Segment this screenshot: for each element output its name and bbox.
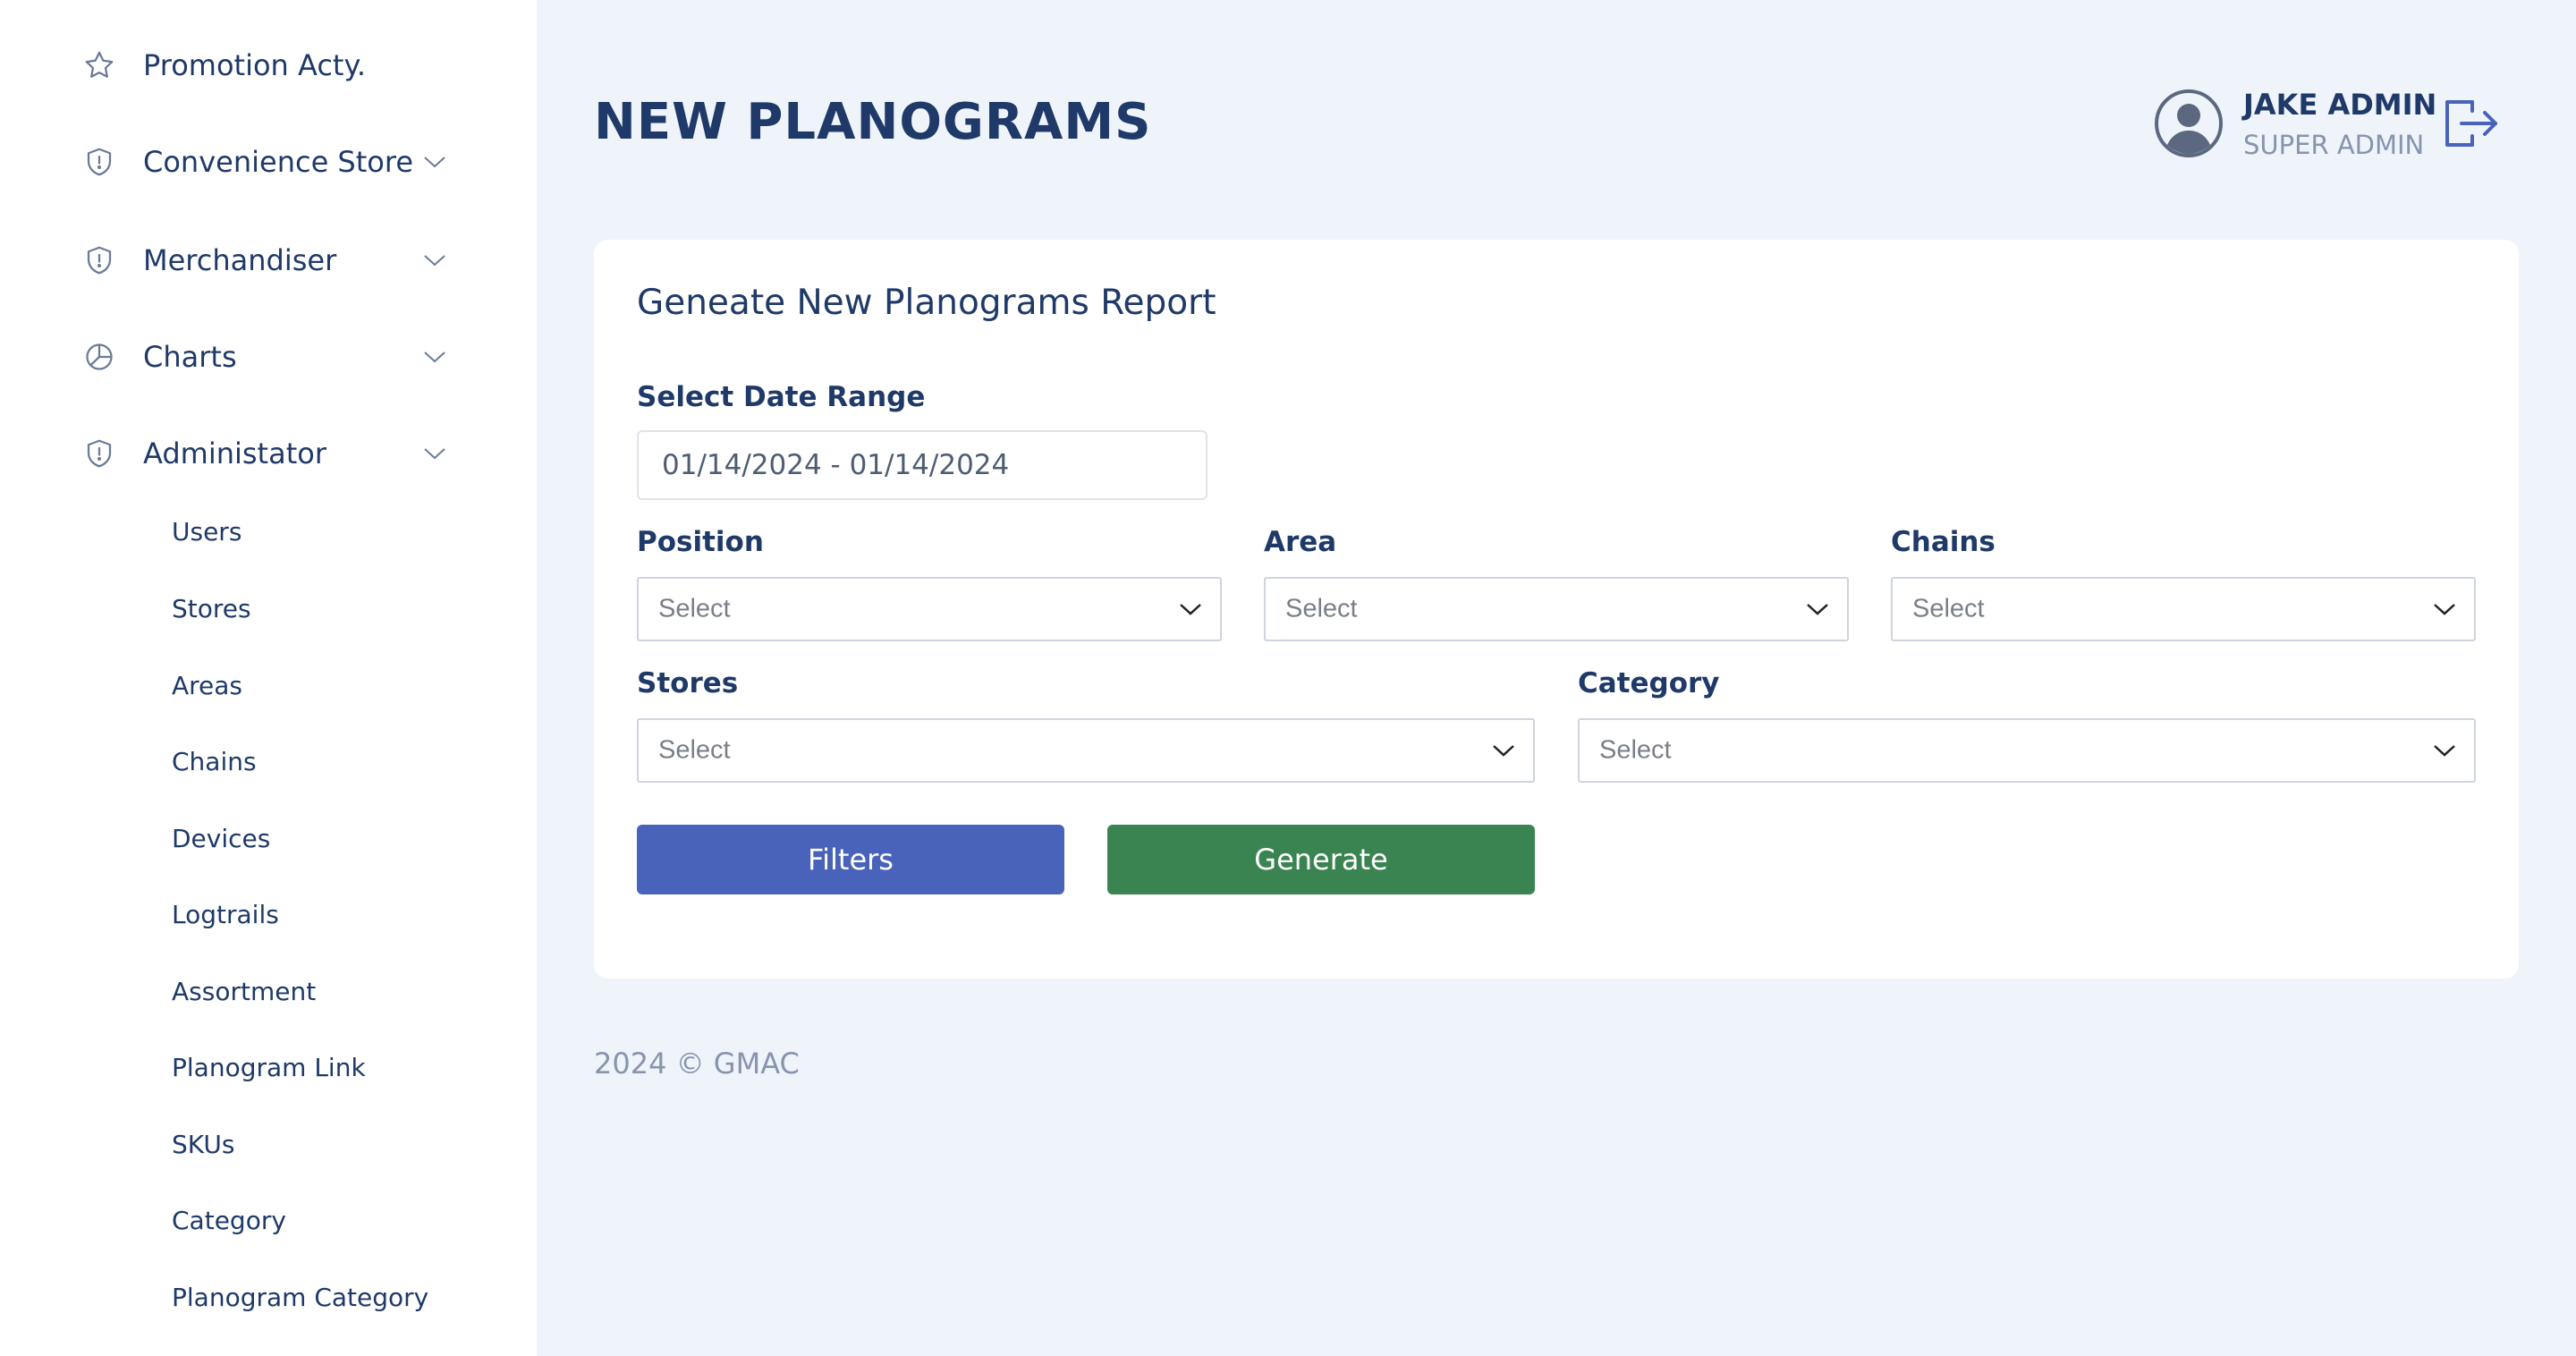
chevron-down-icon — [1493, 745, 1514, 757]
chevron-down-icon — [2434, 604, 2455, 615]
date-range-input[interactable]: 01/14/2024 - 01/14/2024 — [637, 430, 1208, 500]
sidebar-item-label: Administator — [143, 436, 326, 470]
sidebar-subitem-users[interactable]: Users — [172, 517, 242, 547]
sidebar-subitem-assortment[interactable]: Assortment — [172, 977, 316, 1006]
chevron-down-icon — [424, 352, 445, 363]
logout-icon[interactable] — [2440, 97, 2501, 150]
sidebar-subitem-logtrails[interactable]: Logtrails — [172, 900, 279, 929]
sidebar-subitem-devices[interactable]: Devices — [172, 824, 270, 853]
shield-icon — [87, 148, 112, 176]
position-label: Position — [637, 526, 764, 558]
position-select-value: Select — [658, 594, 731, 623]
chains-select-value: Select — [1912, 594, 1985, 623]
category-label: Category — [1578, 667, 1720, 699]
stores-select[interactable]: Select — [637, 718, 1535, 783]
page-title: NEW PLANOGRAMS — [594, 93, 1152, 151]
area-select[interactable]: Select — [1264, 577, 1849, 641]
area-label: Area — [1264, 526, 1337, 558]
sidebar-item-label: Charts — [143, 340, 237, 374]
sidebar-item-label: Merchandiser — [143, 243, 337, 277]
stores-select-value: Select — [658, 735, 731, 765]
sidebar-subitem-skus[interactable]: SKUs — [172, 1130, 234, 1159]
sidebar-subitem-category[interactable]: Category — [172, 1206, 286, 1235]
footer-copyright: 2024 © GMAC — [594, 1047, 800, 1081]
sidebar-subitem-areas[interactable]: Areas — [172, 671, 242, 700]
pie-chart-icon — [86, 343, 113, 370]
sidebar-subitem-stores[interactable]: Stores — [172, 594, 251, 623]
area-select-value: Select — [1285, 594, 1358, 623]
chevron-down-icon — [424, 255, 445, 267]
sidebar: Promotion Acty. Convenience Store Mercha… — [0, 0, 537, 1356]
position-select[interactable]: Select — [637, 577, 1222, 641]
chains-select[interactable]: Select — [1891, 577, 2476, 641]
chains-label: Chains — [1891, 526, 1996, 558]
chevron-down-icon — [424, 448, 445, 460]
star-icon — [85, 51, 114, 78]
chevron-down-icon — [1807, 604, 1828, 615]
stores-label: Stores — [637, 667, 739, 699]
sidebar-subitem-chains[interactable]: Chains — [172, 747, 257, 776]
sidebar-item-administator[interactable]: Administator — [0, 422, 537, 485]
user-name: JAKE ADMIN — [2243, 88, 2437, 122]
sidebar-subitem-planogram-link[interactable]: Planogram Link — [172, 1053, 366, 1082]
chevron-down-icon — [2434, 745, 2455, 757]
user-role: SUPER ADMIN — [2243, 130, 2425, 160]
filters-button[interactable]: Filters — [637, 825, 1064, 894]
generate-button[interactable]: Generate — [1107, 825, 1535, 894]
category-select-value: Select — [1599, 735, 1672, 765]
sidebar-item-label: Promotion Acty. — [143, 48, 366, 82]
sidebar-item-convenience-store[interactable]: Convenience Store — [0, 131, 537, 193]
chevron-down-icon — [1180, 604, 1201, 615]
category-select[interactable]: Select — [1578, 718, 2476, 783]
chevron-down-icon — [424, 157, 445, 168]
shield-icon — [87, 246, 112, 275]
sidebar-item-merchandiser[interactable]: Merchandiser — [0, 229, 537, 292]
sidebar-subitem-planogram-category[interactable]: Planogram Category — [172, 1283, 428, 1312]
card-title: Geneate New Planograms Report — [637, 283, 1216, 323]
sidebar-item-promotion-acty[interactable]: Promotion Acty. — [0, 34, 537, 97]
report-card: Geneate New Planograms Report Select Dat… — [594, 240, 2519, 979]
date-range-value: 01/14/2024 - 01/14/2024 — [662, 449, 1010, 481]
date-range-label: Select Date Range — [637, 381, 926, 413]
sidebar-item-charts[interactable]: Charts — [0, 326, 537, 388]
user-avatar-icon — [2155, 89, 2223, 157]
shield-icon — [87, 439, 112, 468]
sidebar-item-label: Convenience Store — [143, 145, 413, 179]
